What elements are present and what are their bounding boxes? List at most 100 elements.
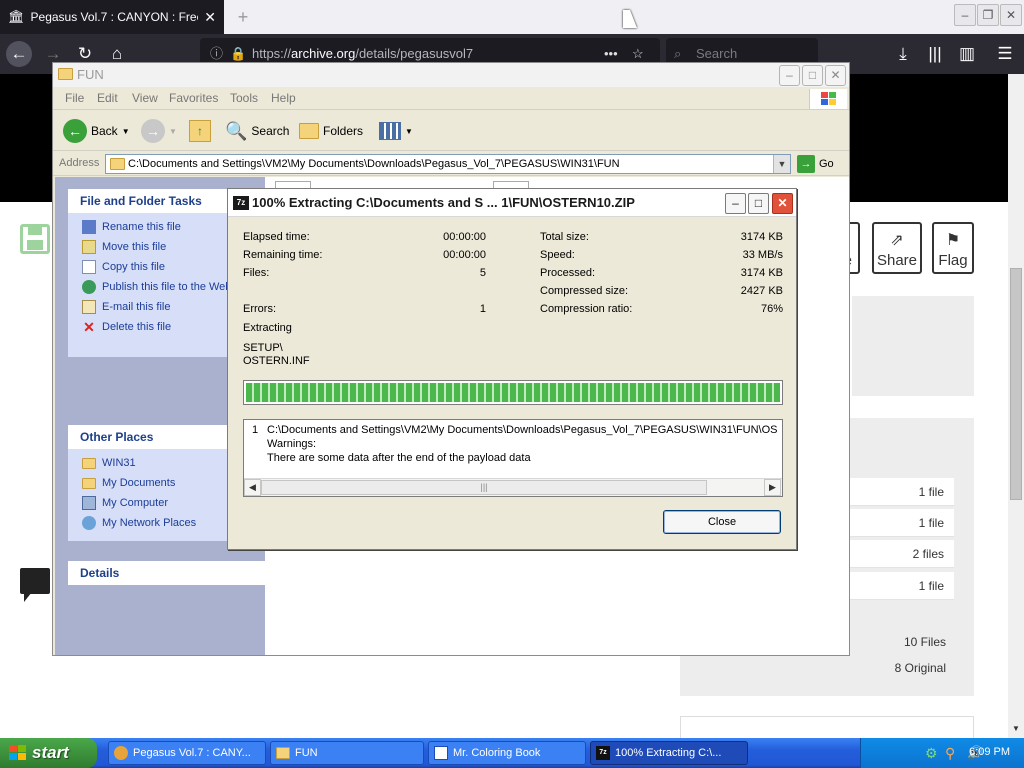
close-tab-icon[interactable]: ✕: [204, 9, 216, 26]
go-button[interactable]: → Go: [797, 155, 834, 173]
menu-icon[interactable]: ☰: [992, 41, 1018, 67]
dialog-close-button[interactable]: ✕: [772, 193, 793, 214]
taskbar-item-coloring-book-label: Mr. Coloring Book: [453, 747, 541, 759]
taskbar-item-firefox[interactable]: Pegasus Vol.7 : CANY...: [108, 741, 266, 765]
place-my-documents-label: My Documents: [102, 477, 176, 489]
progress-bar: [243, 380, 783, 405]
address-label: Address: [59, 157, 100, 169]
address-input[interactable]: C:\Documents and Settings\VM2\My Documen…: [105, 154, 791, 174]
library-icon[interactable]: |||: [922, 41, 948, 67]
url-domain: archive.org: [291, 46, 356, 61]
back-icon: ←: [63, 119, 87, 143]
views-dropdown-icon[interactable]: ▼: [405, 127, 413, 136]
explorer-toolbar: ← Back ▼ → ▼ ↑ 🔍 Search Folders ▼: [53, 111, 849, 151]
taskbar-item-extracting[interactable]: 7z 100% Extracting C:\...: [590, 741, 748, 765]
log-scrollbar-thumb[interactable]: |||: [261, 480, 707, 495]
comment-icon[interactable]: [20, 568, 50, 594]
browser-minimize-button[interactable]: –: [954, 4, 976, 26]
flag-button[interactable]: ⚑ Flag: [932, 222, 974, 274]
search-tray-icon[interactable]: ⚲: [945, 745, 961, 761]
url-path: /details/pegasusvol7: [355, 46, 474, 61]
dialog-minimize-button[interactable]: –: [725, 193, 746, 214]
back-dropdown-icon[interactable]: ▼: [122, 127, 130, 136]
menu-file[interactable]: File: [65, 91, 84, 105]
processed-label: Processed:: [540, 267, 596, 279]
taskbar-item-coloring-book[interactable]: Mr. Coloring Book: [428, 741, 586, 765]
back-button[interactable]: ← Back ▼: [63, 117, 130, 145]
downloads-icon[interactable]: ⤓: [890, 41, 916, 67]
network-tray-icon[interactable]: ⚙: [925, 745, 941, 761]
window-icon: [434, 746, 448, 760]
folder-icon: [276, 747, 290, 759]
forward-dropdown-icon[interactable]: ▼: [169, 127, 177, 136]
views-button[interactable]: ▼: [379, 117, 413, 145]
windows-logo-icon: [809, 89, 847, 109]
explorer-maximize-button[interactable]: □: [802, 65, 823, 86]
dialog-title-bar[interactable]: 7z 100% Extracting C:\Documents and S ..…: [228, 189, 796, 217]
task-rename-label: Rename this file: [102, 221, 181, 233]
menu-edit[interactable]: Edit: [97, 91, 118, 105]
clock[interactable]: 6:09 PM: [969, 746, 1010, 758]
move-icon: [82, 240, 96, 254]
reviews-panel: [852, 296, 974, 396]
folders-button[interactable]: Folders: [299, 117, 363, 145]
menu-view[interactable]: View: [132, 91, 158, 105]
start-button[interactable]: start: [0, 738, 97, 768]
speed-value: 33 MB/s: [742, 249, 783, 261]
share-button[interactable]: ⇗ Share: [872, 222, 922, 274]
scroll-right-icon[interactable]: ▶: [764, 479, 781, 496]
archive-favicon-icon: 🏛: [8, 9, 25, 24]
message-log[interactable]: 1 C:\Documents and Settings\VM2\My Docum…: [243, 419, 783, 497]
menu-help[interactable]: Help: [271, 91, 296, 105]
sidebar-icon[interactable]: ▥: [954, 41, 980, 67]
place-my-computer-label: My Computer: [102, 497, 169, 509]
log-horizontal-scrollbar[interactable]: ◀ ||| ▶: [244, 478, 782, 496]
folder-icon: [82, 458, 96, 469]
errors-value: 1: [479, 303, 486, 315]
browser-restore-button[interactable]: ❐: [977, 4, 999, 26]
browser-close-button[interactable]: ✕: [1000, 4, 1022, 26]
globe-icon: [82, 280, 96, 294]
taskbar: start Pegasus Vol.7 : CANY... FUN Mr. Co…: [0, 738, 1024, 768]
task-copy-label: Copy this file: [102, 261, 165, 273]
close-button[interactable]: Close: [663, 510, 781, 534]
menu-tools[interactable]: Tools: [230, 91, 258, 105]
current-file: OSTERN.INF: [243, 355, 310, 367]
page-scrollbar-thumb[interactable]: [1010, 268, 1022, 500]
dialog-maximize-button[interactable]: □: [748, 193, 769, 214]
start-label: start: [32, 743, 69, 762]
details-header[interactable]: Details: [68, 561, 268, 585]
taskbar-item-firefox-label: Pegasus Vol.7 : CANY...: [133, 747, 251, 759]
explorer-minimize-button[interactable]: –: [779, 65, 800, 86]
mouse-cursor-icon: [623, 10, 637, 28]
browser-tab[interactable]: 🏛 Pegasus Vol.7 : CANYON : Free Do ✕: [0, 0, 224, 34]
back-arrow-icon[interactable]: ←: [6, 41, 32, 67]
go-label: Go: [819, 158, 834, 170]
log-warnings-label: Warnings:: [267, 438, 317, 450]
address-dropdown-icon[interactable]: ▼: [773, 155, 790, 173]
compressed-size-label: Compressed size:: [540, 285, 629, 297]
explorer-title-bar[interactable]: FUN – □ ✕: [53, 63, 849, 87]
explorer-address-bar: Address C:\Documents and Settings\VM2\My…: [53, 152, 849, 176]
elapsed-time-value: 00:00:00: [443, 231, 486, 243]
new-tab-button[interactable]: +: [232, 6, 254, 28]
forward-button[interactable]: → ▼: [141, 117, 177, 145]
explorer-close-button[interactable]: ✕: [825, 65, 846, 86]
taskbar-item-fun[interactable]: FUN: [270, 741, 424, 765]
firefox-icon: [114, 746, 128, 760]
folders-label: Folders: [323, 124, 364, 138]
scroll-left-icon[interactable]: ◀: [244, 479, 261, 496]
progress-bar-fill: [246, 383, 780, 402]
save-icon[interactable]: [20, 224, 50, 254]
task-delete-label: Delete this file: [102, 321, 172, 333]
documents-folder-icon: [82, 478, 96, 489]
scroll-down-icon[interactable]: ▼: [1010, 724, 1022, 736]
up-folder-button[interactable]: ↑: [189, 117, 211, 145]
magnifier-icon: 🔍: [225, 120, 248, 141]
compression-ratio-label: Compression ratio:: [540, 303, 633, 315]
original-files-link[interactable]: 8 Original: [760, 661, 946, 675]
menu-favorites[interactable]: Favorites: [169, 91, 218, 105]
browser-tab-bar: 🏛 Pegasus Vol.7 : CANYON : Free Do ✕ + –…: [0, 0, 1024, 34]
search-button[interactable]: 🔍 Search: [225, 117, 289, 145]
share-button-label: Share: [876, 252, 918, 269]
